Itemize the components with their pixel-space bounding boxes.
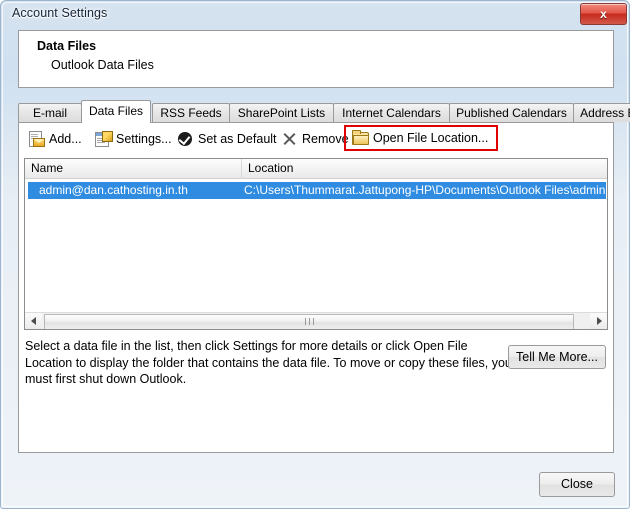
scroll-thumb-grip-icon xyxy=(305,318,314,325)
list-header-row: Name Location xyxy=(25,159,607,179)
open-file-location-label: Open File Location... xyxy=(373,131,489,145)
settings-icon xyxy=(95,131,113,147)
tab-address-books[interactable]: Address Books xyxy=(573,103,630,122)
settings-button[interactable]: Settings... xyxy=(95,128,172,150)
window-title: Account Settings xyxy=(12,6,108,20)
scroll-right-arrow-icon[interactable] xyxy=(590,313,607,329)
header-title: Data Files xyxy=(37,39,97,53)
scroll-left-arrow-icon[interactable] xyxy=(25,313,42,329)
add-button[interactable]: Add... xyxy=(28,128,82,150)
close-button[interactable]: Close xyxy=(539,472,615,497)
row-location-cell: C:\Users\Thummarat.Jattupong-HP\Document… xyxy=(244,183,606,197)
table-row[interactable]: admin@dan.cathosting.in.th C:\Users\Thum… xyxy=(28,182,606,199)
folder-icon xyxy=(352,130,369,146)
data-files-list[interactable]: Name Location admin@dan.cathosting.in.th… xyxy=(24,158,608,330)
header-subtitle: Outlook Data Files xyxy=(51,58,154,72)
row-name-cell: admin@dan.cathosting.in.th xyxy=(39,183,188,197)
window-close-button[interactable]: x xyxy=(580,3,627,25)
set-as-default-button[interactable]: Set as Default xyxy=(177,128,277,150)
column-header-name[interactable]: Name xyxy=(25,159,241,179)
data-files-tab-panel: Add... Settings... Set as Default Remove… xyxy=(18,122,614,453)
column-header-location[interactable]: Location xyxy=(241,159,607,179)
title-bar: Account Settings x xyxy=(1,1,630,28)
open-file-location-button[interactable]: Open File Location... xyxy=(344,125,499,151)
settings-button-label: Settings... xyxy=(116,132,172,146)
remove-button[interactable]: Remove xyxy=(281,128,349,150)
tab-strip: E-mail Data Files RSS Feeds SharePoint L… xyxy=(18,100,630,123)
tab-internet-calendars[interactable]: Internet Calendars xyxy=(333,103,450,122)
add-button-label: Add... xyxy=(49,132,82,146)
tab-rss-feeds[interactable]: RSS Feeds xyxy=(152,103,230,122)
close-icon: x xyxy=(600,7,607,21)
set-as-default-label: Set as Default xyxy=(198,132,277,146)
header-panel: Data Files Outlook Data Files xyxy=(18,30,614,88)
description-text: Select a data file in the list, then cli… xyxy=(25,339,512,386)
account-settings-dialog: Account Settings x Data Files Outlook Da… xyxy=(0,0,630,509)
remove-button-label: Remove xyxy=(302,132,349,146)
data-files-toolbar: Add... Settings... Set as Default Remove… xyxy=(19,123,613,156)
tab-published-calendars[interactable]: Published Calendars xyxy=(449,103,574,122)
check-circle-icon xyxy=(177,131,193,147)
scrollbar-thumb[interactable] xyxy=(44,314,574,329)
horizontal-scrollbar[interactable] xyxy=(25,312,607,329)
tab-data-files[interactable]: Data Files xyxy=(81,100,151,123)
x-icon xyxy=(281,131,297,147)
tab-sharepoint-lists[interactable]: SharePoint Lists xyxy=(229,103,334,122)
tell-me-more-button[interactable]: Tell Me More... xyxy=(508,345,606,369)
tab-email[interactable]: E-mail xyxy=(18,103,82,122)
add-data-file-icon xyxy=(28,131,45,147)
